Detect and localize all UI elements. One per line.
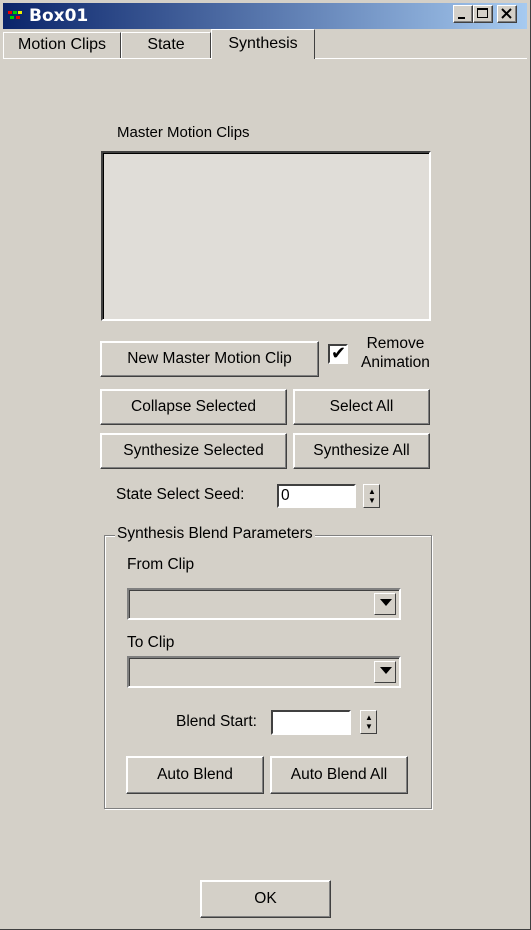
ok-button[interactable]: OK [200, 880, 331, 918]
state-select-seed-input[interactable]: 0 [277, 484, 356, 508]
remove-animation-label-line1: Remove [366, 335, 425, 352]
remove-animation-label-line2: Animation [361, 354, 430, 371]
dialog-window: Box01 Motion Clips State Synthesis Maste… [0, 0, 531, 930]
app-icon [8, 11, 22, 19]
chevron-down-icon [380, 667, 392, 674]
blend-start-input[interactable] [271, 710, 351, 735]
to-clip-dropdown[interactable] [127, 656, 401, 688]
maximize-icon [477, 8, 488, 18]
collapse-selected-button[interactable]: Collapse Selected [100, 389, 287, 425]
auto-blend-all-button[interactable]: Auto Blend All [270, 756, 408, 794]
spinner-up-icon: ▲ [365, 713, 373, 722]
spinner-down-icon: ▼ [365, 722, 373, 731]
state-select-seed-spinner[interactable]: ▲ ▼ [363, 484, 380, 508]
window-title: Box01 [29, 6, 89, 26]
blend-start-label: Blend Start: [176, 713, 257, 730]
title-bar[interactable]: Box01 [3, 3, 527, 29]
minimize-button[interactable] [453, 5, 473, 23]
close-icon [501, 8, 512, 19]
to-clip-label: To Clip [127, 634, 175, 651]
auto-blend-button[interactable]: Auto Blend [126, 756, 264, 794]
select-all-button[interactable]: Select All [293, 389, 430, 425]
blend-start-spinner[interactable]: ▲ ▼ [360, 710, 377, 734]
spinner-up-icon: ▲ [368, 487, 376, 496]
synthesis-blend-parameters-label: Synthesis Blend Parameters [115, 525, 315, 543]
from-clip-dropdown-button[interactable] [374, 593, 396, 615]
state-select-seed-label: State Select Seed: [116, 486, 245, 503]
remove-animation-checkbox[interactable]: ✔ [328, 343, 348, 364]
minimize-icon [458, 17, 465, 19]
chevron-down-icon [380, 599, 392, 606]
from-clip-label: From Clip [127, 556, 195, 573]
spinner-down-icon: ▼ [368, 496, 376, 505]
master-motion-clips-label: Master Motion Clips [117, 124, 250, 141]
tab-synthesis[interactable]: Synthesis [211, 29, 315, 59]
to-clip-dropdown-button[interactable] [374, 661, 396, 683]
tab-motion-clips[interactable]: Motion Clips [3, 32, 121, 58]
master-motion-clips-list[interactable] [101, 151, 431, 321]
checkmark-icon: ✔ [331, 343, 347, 363]
remove-animation-label: Remove Animation [361, 334, 430, 372]
from-clip-dropdown[interactable] [127, 588, 401, 620]
synthesize-selected-button[interactable]: Synthesize Selected [100, 433, 287, 469]
synthesize-all-button[interactable]: Synthesize All [293, 433, 430, 469]
new-master-motion-clip-button[interactable]: New Master Motion Clip [100, 341, 319, 377]
tab-state[interactable]: State [121, 32, 211, 58]
close-button[interactable] [497, 5, 517, 23]
maximize-button[interactable] [473, 5, 493, 23]
